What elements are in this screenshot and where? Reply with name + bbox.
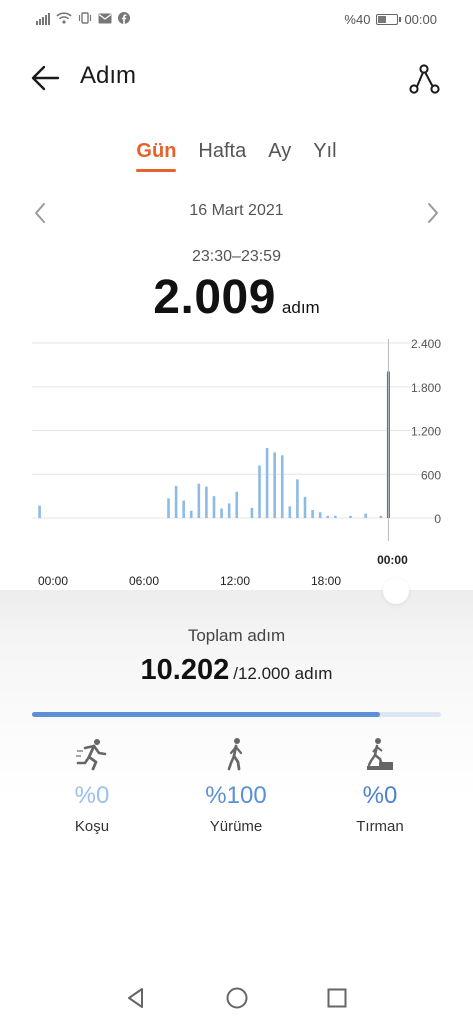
- status-icons: [36, 11, 130, 27]
- chart-bar: [280, 455, 284, 518]
- battery-fill: [378, 15, 386, 23]
- chart-bar: [205, 486, 208, 518]
- running-icon: [32, 736, 152, 772]
- triangle-back-icon: [128, 988, 143, 1008]
- total-steps: 10.202/12.000 adım: [0, 654, 473, 687]
- wifi-icon: [56, 11, 72, 27]
- chart-bar: [189, 510, 193, 518]
- share-icon: [409, 64, 440, 94]
- total-steps-label: Toplam adım: [187, 626, 286, 645]
- x-tick-label: 00:00: [38, 574, 68, 588]
- chart-bar: [273, 452, 276, 518]
- chart-bar: [167, 498, 170, 518]
- chart-bar: [265, 448, 269, 518]
- period-tabs: Gün Hafta Ay Yıl: [0, 136, 473, 172]
- total-steps-value: 10.202: [140, 654, 230, 686]
- mail-icon: [98, 12, 112, 27]
- chart-bar: [303, 496, 307, 518]
- chart-bar: [364, 513, 367, 518]
- y-tick-label: 0: [434, 512, 441, 526]
- chart-bar: [197, 483, 201, 518]
- nav-recents-button[interactable]: [325, 986, 349, 1010]
- climbing-percent: %0: [362, 782, 398, 809]
- next-date-button[interactable]: [421, 200, 445, 226]
- tab-year[interactable]: Yıl: [302, 136, 347, 172]
- selected-time-range: 23:30–23:59: [192, 248, 281, 265]
- walking-icon: [176, 736, 296, 772]
- app-header: Adım: [0, 52, 473, 102]
- activity-running: %0 Koşu: [32, 736, 152, 835]
- activity-climbing: %0 Tırman: [320, 736, 440, 835]
- arrow-left-icon: [31, 65, 60, 91]
- walking-percent: %100: [205, 782, 267, 809]
- chart-bar: [174, 485, 178, 518]
- chart-bar: [318, 512, 322, 518]
- battery-icon: [376, 13, 402, 25]
- tab-month[interactable]: Ay: [257, 136, 302, 172]
- steps-chart[interactable]: 2.400 1.800 1.200 600 0 00:00 00:00 06:00 12:00 1…: [0, 335, 473, 595]
- running-percent: %0: [74, 782, 110, 809]
- square-recents-icon: [327, 988, 347, 1008]
- x-tick-label: 06:00: [129, 574, 159, 588]
- circle-home-icon: [226, 987, 248, 1009]
- y-tick-label: 1.200: [411, 425, 441, 439]
- chart-bar: [38, 505, 41, 518]
- date-label: 16 Mart 2021: [189, 202, 284, 219]
- nav-back-button[interactable]: [124, 986, 148, 1010]
- selected-step-value: 2.009 adım: [0, 270, 473, 325]
- goal-progress-fill: [32, 712, 380, 717]
- walking-label: Yürüme: [209, 818, 263, 835]
- tab-day[interactable]: Gün: [125, 136, 187, 172]
- chart-bar: [258, 465, 261, 518]
- goal-progress-bar: [32, 712, 441, 717]
- facebook-icon: [118, 11, 130, 27]
- steps-chart-svg: 2.400 1.800 1.200 600 0 00:00 00:00 06:00 12:00 1…: [32, 337, 441, 588]
- running-label: Koşu: [74, 818, 110, 835]
- chart-bar: [250, 507, 254, 518]
- nav-home-button[interactable]: [225, 986, 249, 1010]
- chart-bar: [326, 515, 330, 518]
- clock: 00:00: [404, 11, 437, 27]
- selected-steps: 2.009: [153, 271, 276, 324]
- chart-bar: [212, 496, 216, 518]
- vibrate-icon: [78, 11, 92, 27]
- page-title: Adım: [80, 62, 137, 89]
- x-tick-label: 12:00: [220, 574, 250, 588]
- status-right: %40 00:00: [344, 12, 437, 27]
- chevron-right-icon: [428, 203, 438, 223]
- climbing-icon: [320, 736, 440, 772]
- signal-icon: [36, 13, 50, 25]
- date-navigator: 16 Mart 2021: [0, 198, 473, 228]
- selected-steps-unit: adım: [281, 298, 320, 317]
- back-button[interactable]: [28, 60, 64, 96]
- chart-bar: [296, 479, 299, 518]
- y-tick-label: 2.400: [411, 337, 441, 351]
- y-tick-label: 1.800: [411, 381, 441, 395]
- share-button[interactable]: [404, 58, 444, 98]
- chart-bar: [334, 515, 337, 518]
- chart-bar: [182, 500, 185, 518]
- chart-bar: [227, 503, 231, 518]
- system-nav-bar: [0, 980, 473, 1016]
- chart-bar: [235, 491, 239, 518]
- y-tick-label: 600: [421, 468, 441, 482]
- selected-x-label: 00:00: [377, 553, 408, 567]
- chart-bar: [379, 515, 383, 518]
- climbing-label: Tırman: [356, 818, 404, 835]
- activity-breakdown: %0 Koşu %100 Yürüme %0 Tırman: [0, 736, 473, 836]
- chart-bar: [311, 509, 314, 518]
- x-tick-label: 18:00: [311, 574, 341, 588]
- step-goal: /12.000 adım: [233, 664, 333, 683]
- chart-scrubber-handle[interactable]: [383, 578, 409, 604]
- battery-percent: %40: [344, 11, 371, 27]
- chart-bar: [288, 506, 292, 518]
- activity-walking: %100 Yürüme: [176, 736, 296, 835]
- tab-week[interactable]: Hafta: [187, 136, 257, 172]
- chart-bar: [220, 508, 223, 518]
- status-bar: %40 00:00: [0, 0, 473, 38]
- chart-bar: [349, 515, 352, 518]
